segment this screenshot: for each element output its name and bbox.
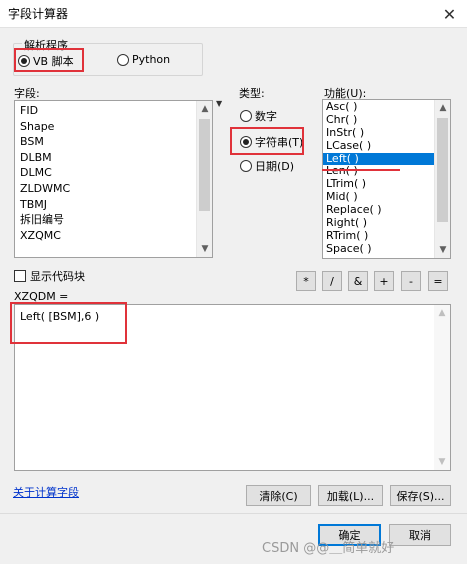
- list-item[interactable]: XZQMC: [15, 228, 212, 244]
- list-item[interactable]: 拆旧编号: [15, 212, 212, 228]
- chevron-down-icon[interactable]: ▼: [434, 454, 450, 470]
- operator-plus-button[interactable]: +: [374, 271, 394, 291]
- close-icon: ✕: [442, 4, 457, 24]
- fields-list[interactable]: FID Shape BSM DLBM DLMC ZLDWMC TBMJ 拆旧编号…: [14, 100, 213, 258]
- fields-dropdown-arrow-icon[interactable]: ▼: [216, 99, 222, 108]
- operator-multiply-button[interactable]: *: [296, 271, 316, 291]
- expression-scrollbar[interactable]: ▲ ▼: [434, 305, 450, 470]
- highlight-expression: [10, 302, 127, 344]
- operator-divide-button[interactable]: /: [322, 271, 342, 291]
- footer-divider: [0, 513, 467, 514]
- cancel-button[interactable]: 取消: [389, 524, 451, 546]
- functions-list[interactable]: Asc( ) Chr( ) InStr( ) LCase( ) Left( ) …: [322, 99, 451, 259]
- chevron-up-icon[interactable]: ▲: [434, 305, 450, 321]
- list-item[interactable]: LCase( ): [323, 139, 435, 153]
- about-calculate-link[interactable]: 关于计算字段: [13, 484, 79, 500]
- chevron-down-icon[interactable]: ▼: [435, 242, 450, 258]
- type-date-radio[interactable]: 日期(D): [240, 158, 294, 174]
- list-item[interactable]: Asc( ): [323, 100, 435, 114]
- list-item[interactable]: FID: [15, 103, 212, 119]
- close-button[interactable]: ✕: [432, 0, 467, 28]
- highlight-type: [230, 127, 304, 155]
- chevron-down-icon[interactable]: ▼: [197, 241, 212, 257]
- list-item[interactable]: RTrim( ): [323, 229, 435, 243]
- list-item[interactable]: ZLDWMC: [15, 181, 212, 197]
- parser-python-label: Python: [132, 53, 171, 66]
- chevron-up-icon[interactable]: ▲: [197, 101, 212, 117]
- scroll-thumb[interactable]: [199, 119, 210, 211]
- checkbox-box: [14, 270, 26, 282]
- title-bar: 字段计算器 ✕: [0, 0, 467, 28]
- list-item[interactable]: InStr( ): [323, 126, 435, 140]
- radio-indicator: [117, 53, 129, 66]
- type-number-radio[interactable]: 数字: [240, 108, 277, 124]
- operator-minus-button[interactable]: -: [401, 271, 421, 291]
- watermark-text: CSDN @@＿简单就好: [262, 541, 395, 556]
- list-item[interactable]: DLBM: [15, 150, 212, 166]
- operator-equals-button[interactable]: =: [428, 271, 448, 291]
- list-item[interactable]: Space( ): [323, 242, 435, 256]
- fields-scrollbar[interactable]: ▲ ▼: [196, 101, 212, 257]
- functions-scrollbar[interactable]: ▲ ▼: [434, 100, 450, 258]
- type-label: 类型:: [239, 87, 265, 100]
- list-item[interactable]: Chr( ): [323, 113, 435, 127]
- clear-button[interactable]: 清除(C): [246, 485, 311, 506]
- window-title: 字段计算器: [8, 7, 69, 21]
- list-item[interactable]: Right( ): [323, 216, 435, 230]
- list-item[interactable]: TBMJ: [15, 197, 212, 213]
- type-date-label: 日期(D): [255, 160, 295, 173]
- radio-indicator: [240, 160, 252, 172]
- show-codeblock-label: 显示代码块: [30, 270, 85, 283]
- list-item[interactable]: DLMC: [15, 165, 212, 181]
- fields-label: 字段:: [14, 87, 40, 100]
- parser-python-radio[interactable]: Python: [117, 53, 170, 66]
- highlight-underline-left: [322, 169, 400, 171]
- highlight-parser: [14, 48, 84, 72]
- load-button[interactable]: 加载(L)...: [318, 485, 383, 506]
- list-item[interactable]: Shape: [15, 119, 212, 135]
- list-item[interactable]: BSM: [15, 134, 212, 150]
- scroll-thumb[interactable]: [437, 118, 448, 222]
- type-number-label: 数字: [255, 110, 277, 123]
- radio-indicator: [240, 110, 252, 122]
- show-codeblock-checkbox[interactable]: 显示代码块: [14, 268, 85, 284]
- chevron-up-icon[interactable]: ▲: [435, 100, 450, 116]
- operator-concat-button[interactable]: &: [348, 271, 368, 291]
- save-button[interactable]: 保存(S)...: [390, 485, 451, 506]
